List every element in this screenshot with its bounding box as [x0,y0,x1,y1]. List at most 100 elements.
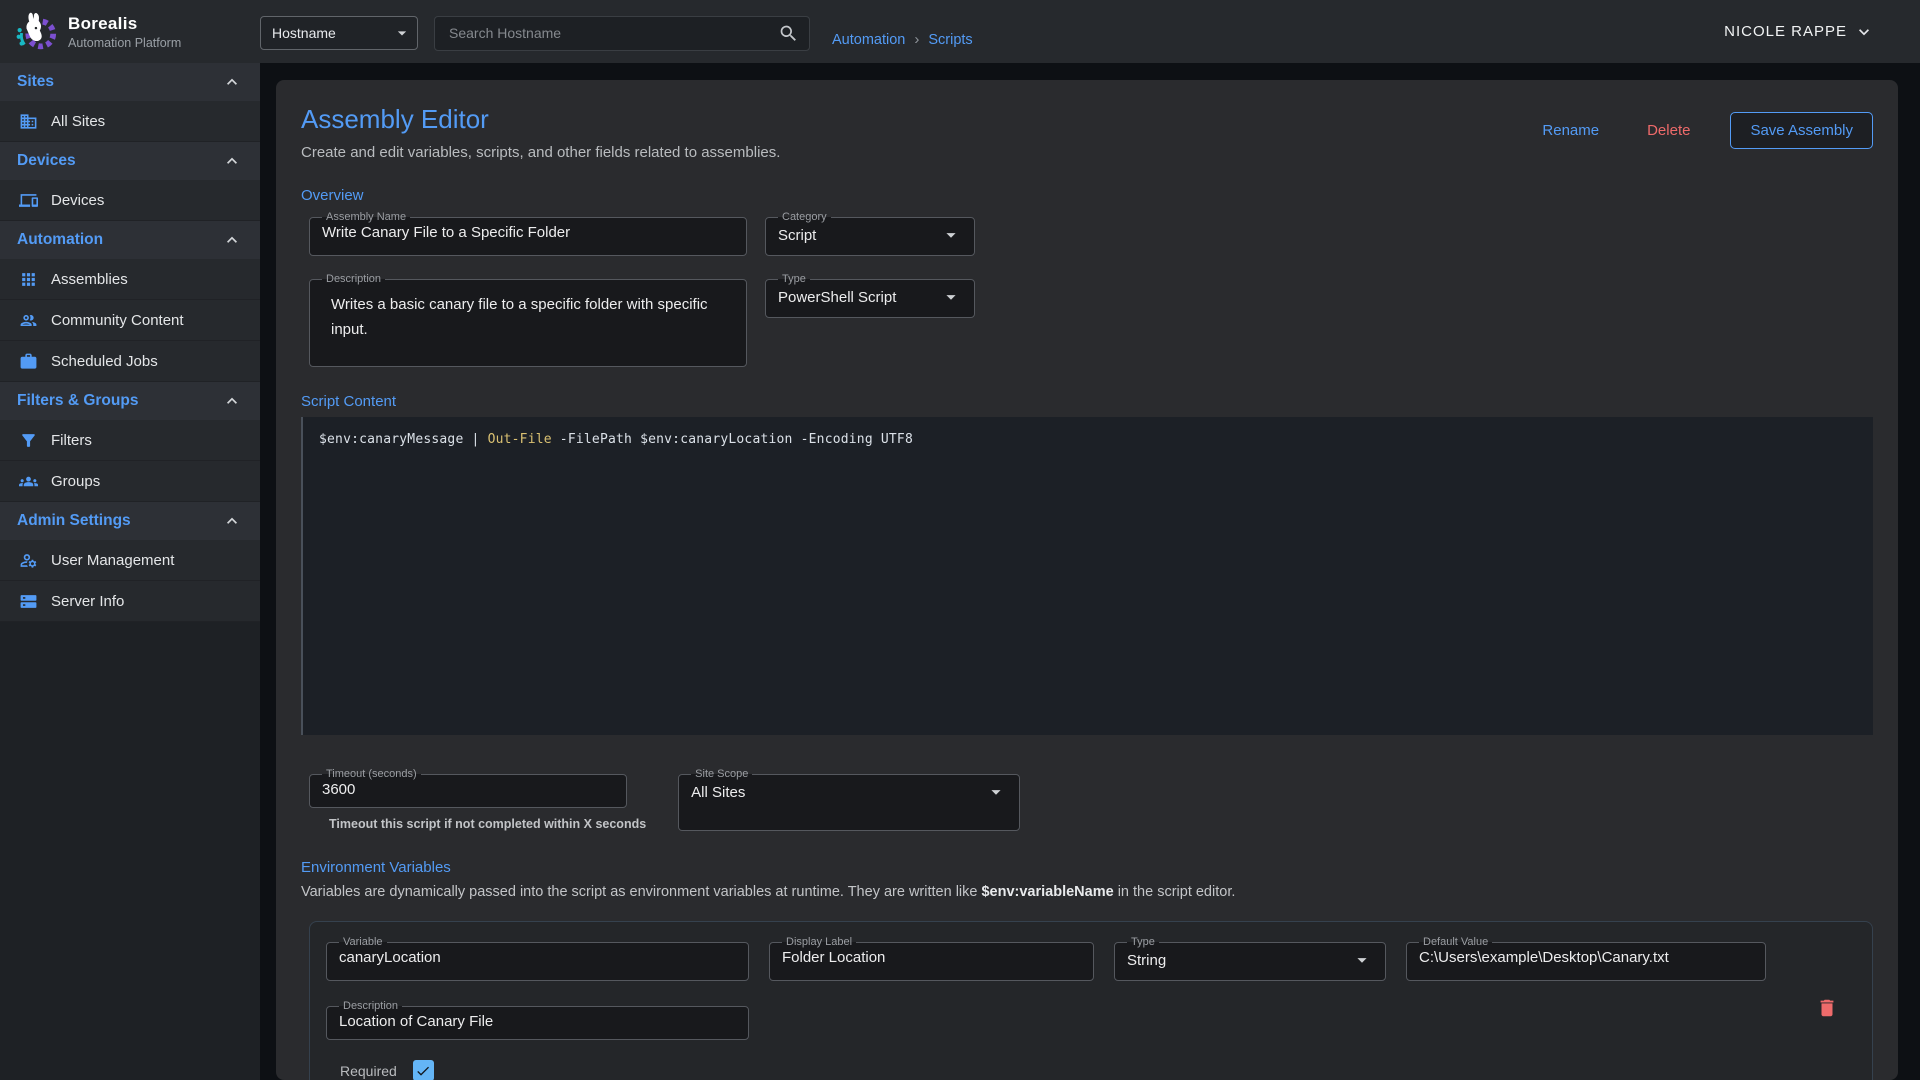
variable-label: Variable [339,936,387,948]
category-label: Category [778,211,831,223]
people-icon [19,311,38,330]
sidebar-section-admin-settings[interactable]: Admin Settings [0,502,260,540]
chevron-up-icon [222,151,242,171]
sidebar-item-community-content[interactable]: Community Content [0,300,260,341]
brand-name: Borealis [68,14,181,34]
hostname-dropdown-label: Hostname [272,25,336,41]
code-segment: -FilePath $env:canaryLocation -Encoding … [552,432,913,447]
assembly-name-label: Assembly Name [322,211,410,223]
server-icon [19,592,38,611]
brand-tagline: Automation Platform [68,36,181,50]
hostname-dropdown[interactable]: Hostname [260,16,418,50]
display-label-value: Folder Location [782,949,885,966]
environment-variables-subtitle: Variables are dynamically passed into th… [301,884,1873,900]
sidebar-item-filters[interactable]: Filters [0,420,260,461]
section-label: Filters & Groups [17,392,138,410]
variable-description-label: Description [339,1000,402,1012]
sidebar-item-scheduled-jobs[interactable]: Scheduled Jobs [0,341,260,382]
assembly-name-field[interactable]: Assembly Name Write Canary File to a Spe… [309,211,747,256]
sidebar-item-server-info[interactable]: Server Info [0,581,260,622]
variable-description-field[interactable]: Description Location of Canary File [326,1000,749,1040]
filter-icon [19,431,38,450]
section-label: Admin Settings [17,512,131,530]
script-content-heading: Script Content [301,393,1873,410]
breadcrumb-scripts[interactable]: Scripts [928,32,972,48]
section-label: Automation [17,231,103,249]
description-field[interactable]: Description Writes a basic canary file t… [309,273,747,367]
code-cmdlet: Out-File [488,432,552,447]
sidebar-item-label: Filters [51,432,92,449]
user-menu[interactable]: NICOLE RAPPE [1724,22,1874,42]
code-segment: $env:canaryMessage | [319,432,488,447]
type-select[interactable]: Type PowerShell Script [765,273,975,318]
brand: Borealis Automation Platform [0,9,260,55]
main-content: Assembly Editor Create and edit variable… [260,63,1920,1080]
breadcrumb-separator: › [914,31,919,48]
site-scope-select[interactable]: Site Scope All Sites [678,768,1020,831]
search-icon [778,23,799,44]
borealis-rabbit-logo [12,9,58,55]
timeout-field[interactable]: Timeout (seconds) 3600 [309,768,627,808]
variable-value: canaryLocation [339,949,441,966]
sidebar-section-sites[interactable]: Sites [0,63,260,101]
subtitle-text: in the script editor. [1114,884,1236,900]
breadcrumb-automation[interactable]: Automation [832,32,905,48]
delete-button[interactable]: Delete [1637,114,1700,147]
assembly-name-value: Write Canary File to a Specific Folder [322,224,570,241]
script-editor[interactable]: $env:canaryMessage | Out-File -FilePath … [301,417,1873,735]
delete-variable-button[interactable] [1816,996,1838,1020]
variable-type-select[interactable]: Type String [1114,936,1386,981]
environment-variables-heading: Environment Variables [301,859,1873,876]
category-select[interactable]: Category Script [765,211,975,256]
sidebar-item-user-management[interactable]: User Management [0,540,260,581]
required-label: Required [340,1063,397,1079]
timeout-helper-text: Timeout this script if not completed wit… [329,817,646,831]
default-value-label: Default Value [1419,936,1492,948]
section-label: Sites [17,73,54,91]
caret-down-icon [940,224,962,246]
variable-description-value: Location of Canary File [339,1013,493,1030]
sidebar-item-assemblies[interactable]: Assemblies [0,259,260,300]
header-actions: Rename Delete Save Assembly [1532,112,1873,149]
required-checkbox[interactable] [413,1060,434,1080]
chevron-up-icon [222,511,242,531]
devices-icon [19,191,38,210]
caret-down-icon [985,781,1007,803]
subtitle-variable-token: $env:variableName [981,884,1113,900]
chevron-up-icon [222,72,242,92]
variable-field[interactable]: Variable canaryLocation [326,936,749,981]
trash-icon [1816,996,1838,1020]
variable-type-label: Type [1127,936,1159,948]
sidebar-item-label: Community Content [51,312,184,329]
apps-grid-icon [19,270,38,289]
variable-type-value: String [1127,952,1166,969]
default-value-value: C:\Users\example\Desktop\Canary.txt [1419,949,1669,966]
sidebar-section-filters-groups[interactable]: Filters & Groups [0,382,260,420]
caret-down-icon [1351,949,1373,971]
sidebar-item-label: Server Info [51,593,124,610]
sidebar-item-label: Devices [51,192,104,209]
sidebar-item-devices[interactable]: Devices [0,180,260,221]
site-scope-value: All Sites [691,784,745,801]
search-input[interactable] [447,24,778,42]
sidebar-section-devices[interactable]: Devices [0,142,260,180]
display-label-field[interactable]: Display Label Folder Location [769,936,1094,981]
rename-button[interactable]: Rename [1532,114,1609,147]
caret-down-icon [392,23,412,43]
user-name: NICOLE RAPPE [1724,23,1847,40]
sidebar-item-groups[interactable]: Groups [0,461,260,502]
subtitle-text: Variables are dynamically passed into th… [301,884,981,900]
default-value-field[interactable]: Default Value C:\Users\example\Desktop\C… [1406,936,1766,981]
page-subtitle: Create and edit variables, scripts, and … [301,144,780,161]
sidebar-section-automation[interactable]: Automation [0,221,260,259]
environment-variable-row: Variable canaryLocation Display Label Fo… [309,921,1873,1080]
type-value: PowerShell Script [778,289,896,306]
description-value: Writes a basic canary file to a specific… [331,296,708,338]
description-label: Description [322,273,385,285]
breadcrumb: Automation › Scripts [832,31,973,48]
timeout-value: 3600 [322,781,355,798]
sidebar-item-all-sites[interactable]: All Sites [0,101,260,142]
user-gear-icon [19,551,38,570]
search-bar[interactable] [434,16,810,51]
save-assembly-button[interactable]: Save Assembly [1730,112,1873,149]
